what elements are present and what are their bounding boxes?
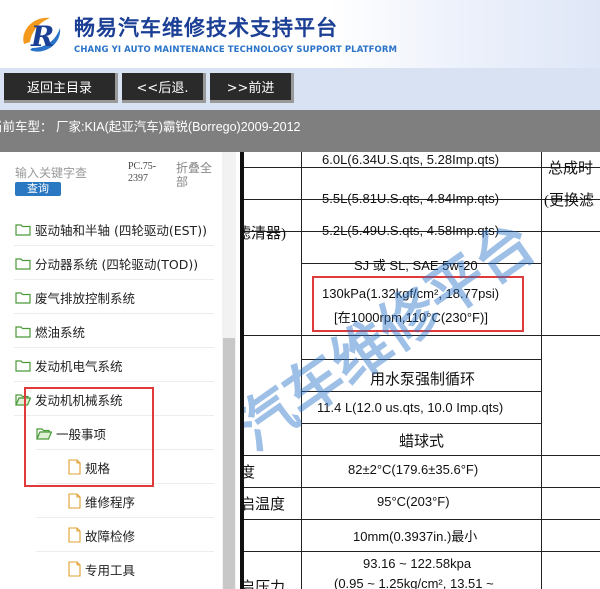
spec-cell: 11.4 L(12.0 us.qts, 10.0 Imp.qts)	[317, 400, 504, 415]
vehicle-bar: 当前车型： 厂家:KIA(起亚汽车)霸锐(Borrego)2009-2012	[0, 110, 600, 152]
tree-item-label: 燃油系统	[35, 324, 86, 340]
spec-cell: (0.95 ~ 1.25kg/cm², 13.51 ~	[334, 576, 494, 589]
spec-cell: 82±2°C(179.6±35.6°F)	[348, 462, 479, 477]
tree-item-transfer-case[interactable]: 分动器系统 (四轮驱动(TOD))	[15, 253, 198, 273]
logo-icon: R	[23, 17, 61, 53]
spec-cell: SJ 或 SL, SAE 5w-20	[354, 258, 478, 273]
spec-cell: 用水泵强制循环	[370, 372, 476, 388]
tree-item-special-tools[interactable]: 专用工具	[68, 559, 135, 579]
forward-button[interactable]: >>前进	[210, 73, 294, 103]
spec-cell: 启温度	[244, 497, 286, 513]
folder-icon	[15, 359, 31, 372]
spec-cell: 6.0L(6.34U.S.qts, 5.28Imp.qts)	[322, 152, 500, 167]
sidebar-tree: 输入关键字查 查询 PC.75-2397 折叠全部 驱动轴和半轴 (四轮驱动(E…	[0, 152, 240, 589]
app-subtitle: CHANG YI AUTO MAINTENANCE TECHNOLOGY SUP…	[74, 45, 398, 55]
spec-cell: 5.5L(5.81U.S.qts, 4.84Imp.qts)	[322, 191, 500, 206]
tree-item-emission-control[interactable]: 废气排放控制系统	[15, 287, 135, 307]
spec-cell: (更换滤	[544, 193, 594, 209]
document-icon	[68, 527, 81, 543]
svg-text:R: R	[30, 20, 54, 53]
search-input[interactable]: 输入关键字查	[15, 164, 87, 181]
tree-item-label: 驱动轴和半轴 (四轮驱动(EST))	[35, 222, 207, 238]
home-button[interactable]: 返回主目录	[4, 73, 118, 103]
tree-item-label: 废气排放控制系统	[35, 290, 136, 306]
current-vehicle: 当前车型： 厂家:KIA(起亚汽车)霸锐(Borrego)2009-2012	[0, 120, 301, 134]
spec-cell: 10mm(0.3937in.)最小	[353, 529, 478, 544]
folder-icon	[15, 291, 31, 304]
back-button[interactable]: <<后退.	[122, 73, 206, 103]
spec-cell: 5.2L(5.49U.S.qts, 4.58Imp.qts)	[322, 223, 500, 238]
content-pane: 6.0L(6.34U.S.qts, 5.28Imp.qts) 总成时 5.5L(…	[244, 152, 600, 589]
spec-cell: 93.16 ~ 122.58kpa	[363, 556, 472, 571]
sidebar-scroll-thumb[interactable]	[223, 338, 235, 589]
pc-code: PC.75-2397	[128, 161, 157, 184]
nav-bar: 返回主目录 <<后退. >>前进	[0, 68, 600, 110]
tree-item-fuel-system[interactable]: 燃油系统	[15, 321, 85, 341]
folder-icon	[15, 223, 31, 236]
app-title: 畅易汽车维修技术支持平台	[74, 16, 338, 40]
fold-all-button[interactable]: 折叠全部	[176, 161, 216, 189]
tree-item-label: 专用工具	[85, 562, 136, 578]
folder-icon	[15, 325, 31, 338]
tree-item-engine-electrical[interactable]: 发动机电气系统	[15, 355, 123, 375]
search-button[interactable]: 查询	[15, 182, 61, 196]
highlight-box-tree	[24, 387, 154, 487]
document-icon	[68, 561, 81, 577]
tree-item-label: 分动器系统 (四轮驱动(TOD))	[35, 256, 199, 272]
tree-item-label: 故障检修	[85, 528, 136, 544]
app-header: R 畅易汽车维修技术支持平台 CHANG YI AUTO MAINTENANCE…	[0, 0, 600, 68]
spec-cell: 启压力	[244, 580, 286, 589]
spec-cell: 95°C(203°F)	[377, 494, 450, 509]
tree-item-label: 维修程序	[85, 494, 136, 510]
spec-cell: 总成时	[548, 161, 594, 177]
tree-item-troubleshooting[interactable]: 故障检修	[68, 525, 135, 545]
spec-cell: 度	[244, 465, 256, 481]
tree-item-drive-shaft[interactable]: 驱动轴和半轴 (四轮驱动(EST))	[15, 219, 207, 239]
highlight-box-oil-pressure	[312, 276, 524, 332]
tree-item-label: 发动机电气系统	[35, 358, 123, 374]
spec-cell: 蜡球式	[399, 434, 445, 450]
spec-cell: 滤清器)	[244, 226, 286, 242]
tree-item-repair-procedures[interactable]: 维修程序	[68, 491, 135, 511]
document-icon	[68, 493, 81, 509]
folder-icon	[15, 257, 31, 270]
